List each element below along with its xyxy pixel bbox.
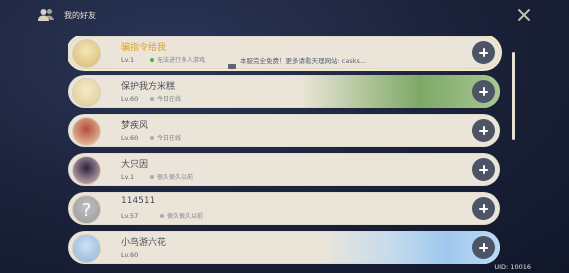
friend-name: 骗指令给我 (121, 43, 167, 53)
close-button[interactable] (517, 8, 531, 22)
friend-row[interactable]: 骗指令给我 Lv.1 无法进行多人游戏 本服完全免费！更多请看天理网站: casks.… (68, 36, 500, 69)
avatar[interactable] (72, 78, 101, 107)
friend-level: Lv.60 (121, 251, 139, 259)
friend-row[interactable]: 小鸟游六花 Lv.60 (68, 231, 500, 264)
friend-name: 114511 (121, 196, 156, 206)
online-status: 很久很久以前 (157, 174, 194, 181)
add-friend-button[interactable] (472, 80, 495, 103)
friends-icon (38, 9, 54, 21)
friend-level: Lv.60 (121, 134, 139, 142)
online-status: 很久很久以前 (167, 213, 204, 220)
status-indicator-icon (160, 214, 164, 218)
status-indicator-icon (150, 97, 154, 101)
header: 我的好友 (0, 0, 569, 30)
friend-level: Lv.1 (121, 56, 135, 64)
friend-level: Lv.60 (121, 95, 139, 103)
add-friend-button[interactable] (472, 236, 495, 259)
svg-text:?: ? (82, 200, 92, 221)
add-friend-button[interactable] (472, 158, 495, 181)
page-title: 我的好友 (64, 11, 96, 20)
friend-level: Lv.1 (121, 173, 135, 181)
signature-bubble-icon (228, 56, 236, 69)
friend-row[interactable]: 保护我方米糕 Lv.60 今日在线 (68, 75, 500, 108)
status-indicator-icon (150, 175, 154, 179)
friend-level: Lv.57 (121, 212, 139, 220)
friend-row[interactable]: 大只因 Lv.1 很久很久以前 (68, 153, 500, 186)
uid-label: UID: 10016 (494, 263, 531, 271)
avatar[interactable] (72, 156, 101, 185)
unknown-avatar-icon: ? (82, 200, 92, 221)
friend-name: 保护我方米糕 (121, 82, 176, 92)
friend-name: 小鸟游六花 (121, 238, 167, 248)
avatar[interactable]: ? (72, 195, 101, 224)
friend-list: 骗指令给我 Lv.1 无法进行多人游戏 本服完全免费！更多请看天理网站: casks.… (68, 36, 502, 273)
avatar[interactable] (72, 234, 101, 263)
add-friend-button[interactable] (472, 41, 495, 64)
avatar[interactable] (72, 39, 101, 68)
online-status: 今日在线 (157, 135, 182, 142)
namecard-decoration (300, 75, 500, 108)
friend-row[interactable]: 梦疾风 Lv.60 今日在线 (68, 114, 500, 147)
add-friend-button[interactable] (472, 119, 495, 142)
friend-name: 梦疾风 (121, 121, 149, 131)
online-status: 今日在线 (157, 96, 182, 103)
add-friend-button[interactable] (472, 197, 495, 220)
friend-signature: 本服完全免费！更多请看天理网站: casks... (240, 57, 367, 65)
friend-row[interactable]: ? 114511 Lv.57 很久很久以前 (68, 192, 500, 225)
status-indicator-icon (150, 136, 154, 140)
status-indicator-icon (150, 58, 154, 62)
avatar[interactable] (72, 117, 101, 146)
online-status: 无法进行多人游戏 (157, 57, 206, 64)
scrollbar[interactable] (512, 52, 515, 140)
friend-name: 大只因 (121, 160, 149, 170)
